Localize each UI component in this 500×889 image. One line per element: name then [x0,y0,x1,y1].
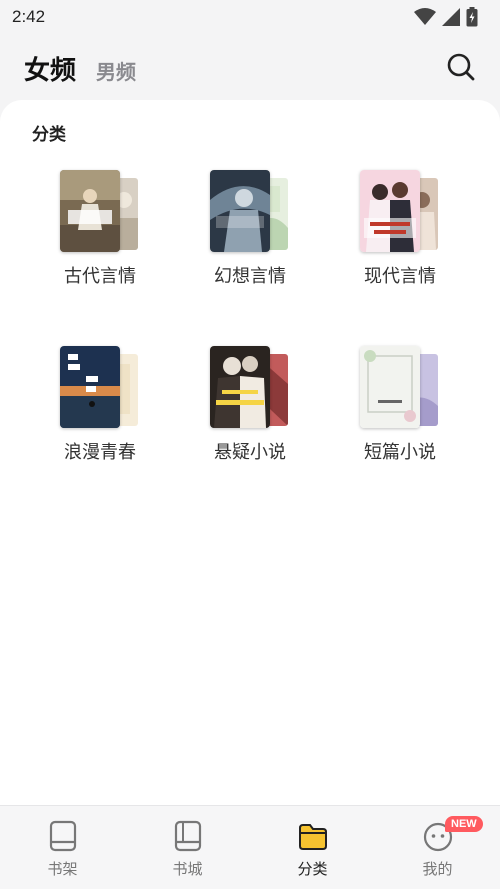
book-cover [210,346,270,428]
nav-label: 分类 [297,860,328,878]
cover-stack [360,346,440,428]
header: 女频 男频 [0,40,500,96]
book-open-icon [174,820,201,852]
nav-bookshelf[interactable]: 书架 [0,806,125,889]
nav-label: 书架 [47,860,78,878]
cover-stack [360,170,440,252]
category-label: 古代言情 [64,266,136,287]
nav-category[interactable]: 分类 [250,806,375,889]
category-label: 悬疑小说 [214,442,286,463]
wifi-icon [414,8,436,25]
category-mystery[interactable]: 悬疑小说 [175,346,325,464]
book-cover [60,170,120,252]
category-short-story[interactable]: 短篇小说 [325,346,475,464]
category-ancient-romance[interactable]: 古代言情 [25,170,175,288]
section-title: 分类 [32,125,66,145]
tab-male[interactable]: 男频 [96,56,136,85]
category-panel: 分类 古代言情 幻想言情 现代言情 浪漫青春 悬疑小说 短篇小说 [0,100,500,805]
battery-icon [466,7,478,27]
nav-label: 我的 [422,860,453,878]
category-label: 现代言情 [364,266,436,287]
search-icon [447,53,475,81]
category-fantasy-romance[interactable]: 幻想言情 [175,170,325,288]
search-button[interactable] [446,52,476,82]
cover-stack [60,170,140,252]
category-youth-romance[interactable]: 浪漫青春 [25,346,175,464]
status-time: 2:42 [12,7,46,26]
cover-stack [210,170,290,252]
status-bar: 2:42 [0,0,500,34]
bottom-nav: 书架 书城 分类 我的 NEW [0,805,500,889]
cover-stack [210,346,290,428]
nav-label: 书城 [172,860,203,878]
nav-profile[interactable]: 我的 NEW [375,806,500,889]
category-label: 幻想言情 [214,266,286,287]
book-cover [360,346,420,428]
book-cover [210,170,270,252]
signal-icon [442,8,460,26]
status-icons [414,7,478,27]
folder-icon [298,824,327,850]
tab-female[interactable]: 女频 [24,50,76,87]
nav-bookstore[interactable]: 书城 [125,806,250,889]
book-icon [49,820,76,852]
book-cover [60,346,120,428]
new-badge: NEW [445,816,483,832]
category-label: 浪漫青春 [64,442,136,463]
category-modern-romance[interactable]: 现代言情 [325,170,475,288]
category-grid: 古代言情 幻想言情 现代言情 浪漫青春 悬疑小说 短篇小说 [25,170,475,464]
book-cover [360,170,420,252]
category-label: 短篇小说 [364,442,436,463]
cover-stack [60,346,140,428]
